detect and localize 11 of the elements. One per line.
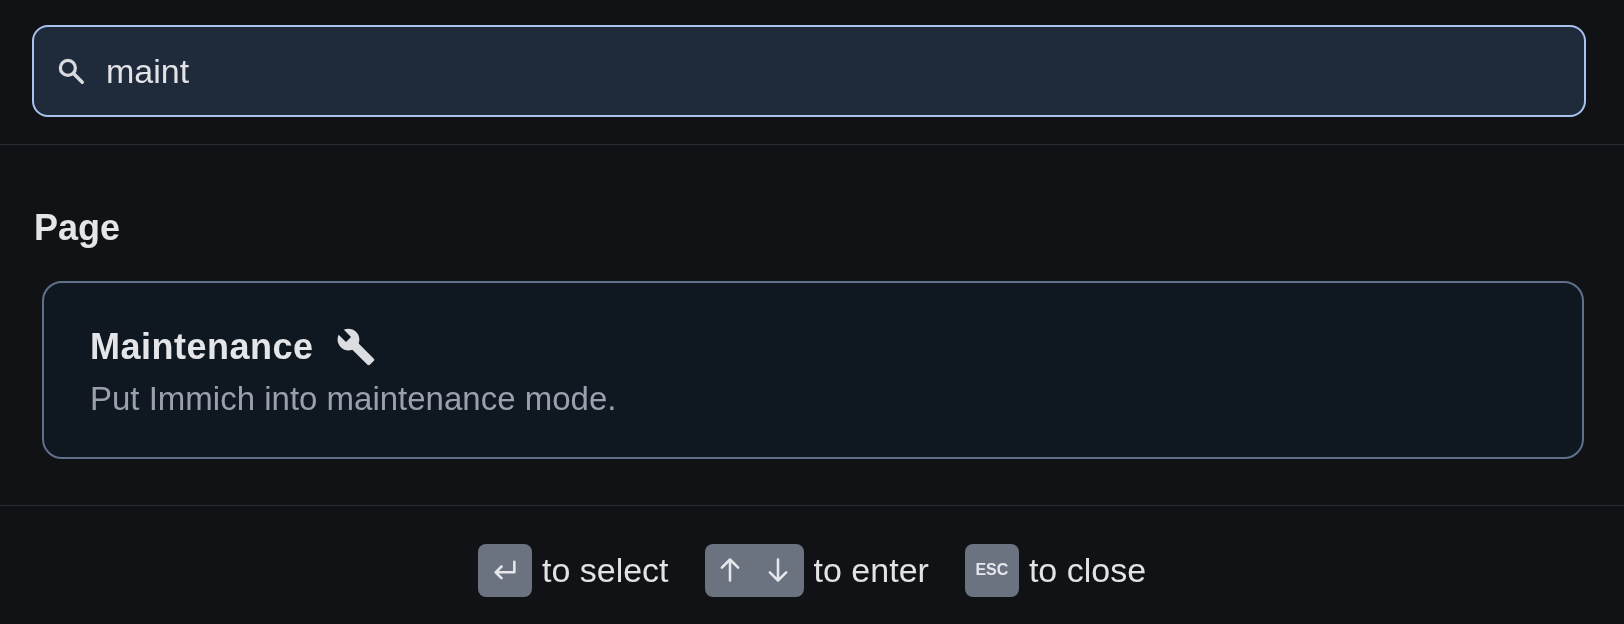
esc-key: ESC (964, 543, 1019, 597)
result-item[interactable]: Maintenance Put Immich into maintenance mode. (42, 281, 1584, 459)
hint-label: to close (1028, 550, 1147, 590)
search-field[interactable]: maint (32, 25, 1586, 117)
search-icon (56, 56, 86, 86)
hint-label: to select (541, 550, 669, 590)
result-title: Maintenance (90, 326, 314, 368)
hint-label: to enter (813, 550, 929, 590)
result-description: Put Immich into maintenance mode. (90, 379, 618, 419)
section-heading: Page (34, 206, 122, 250)
wrench-icon (335, 327, 376, 367)
